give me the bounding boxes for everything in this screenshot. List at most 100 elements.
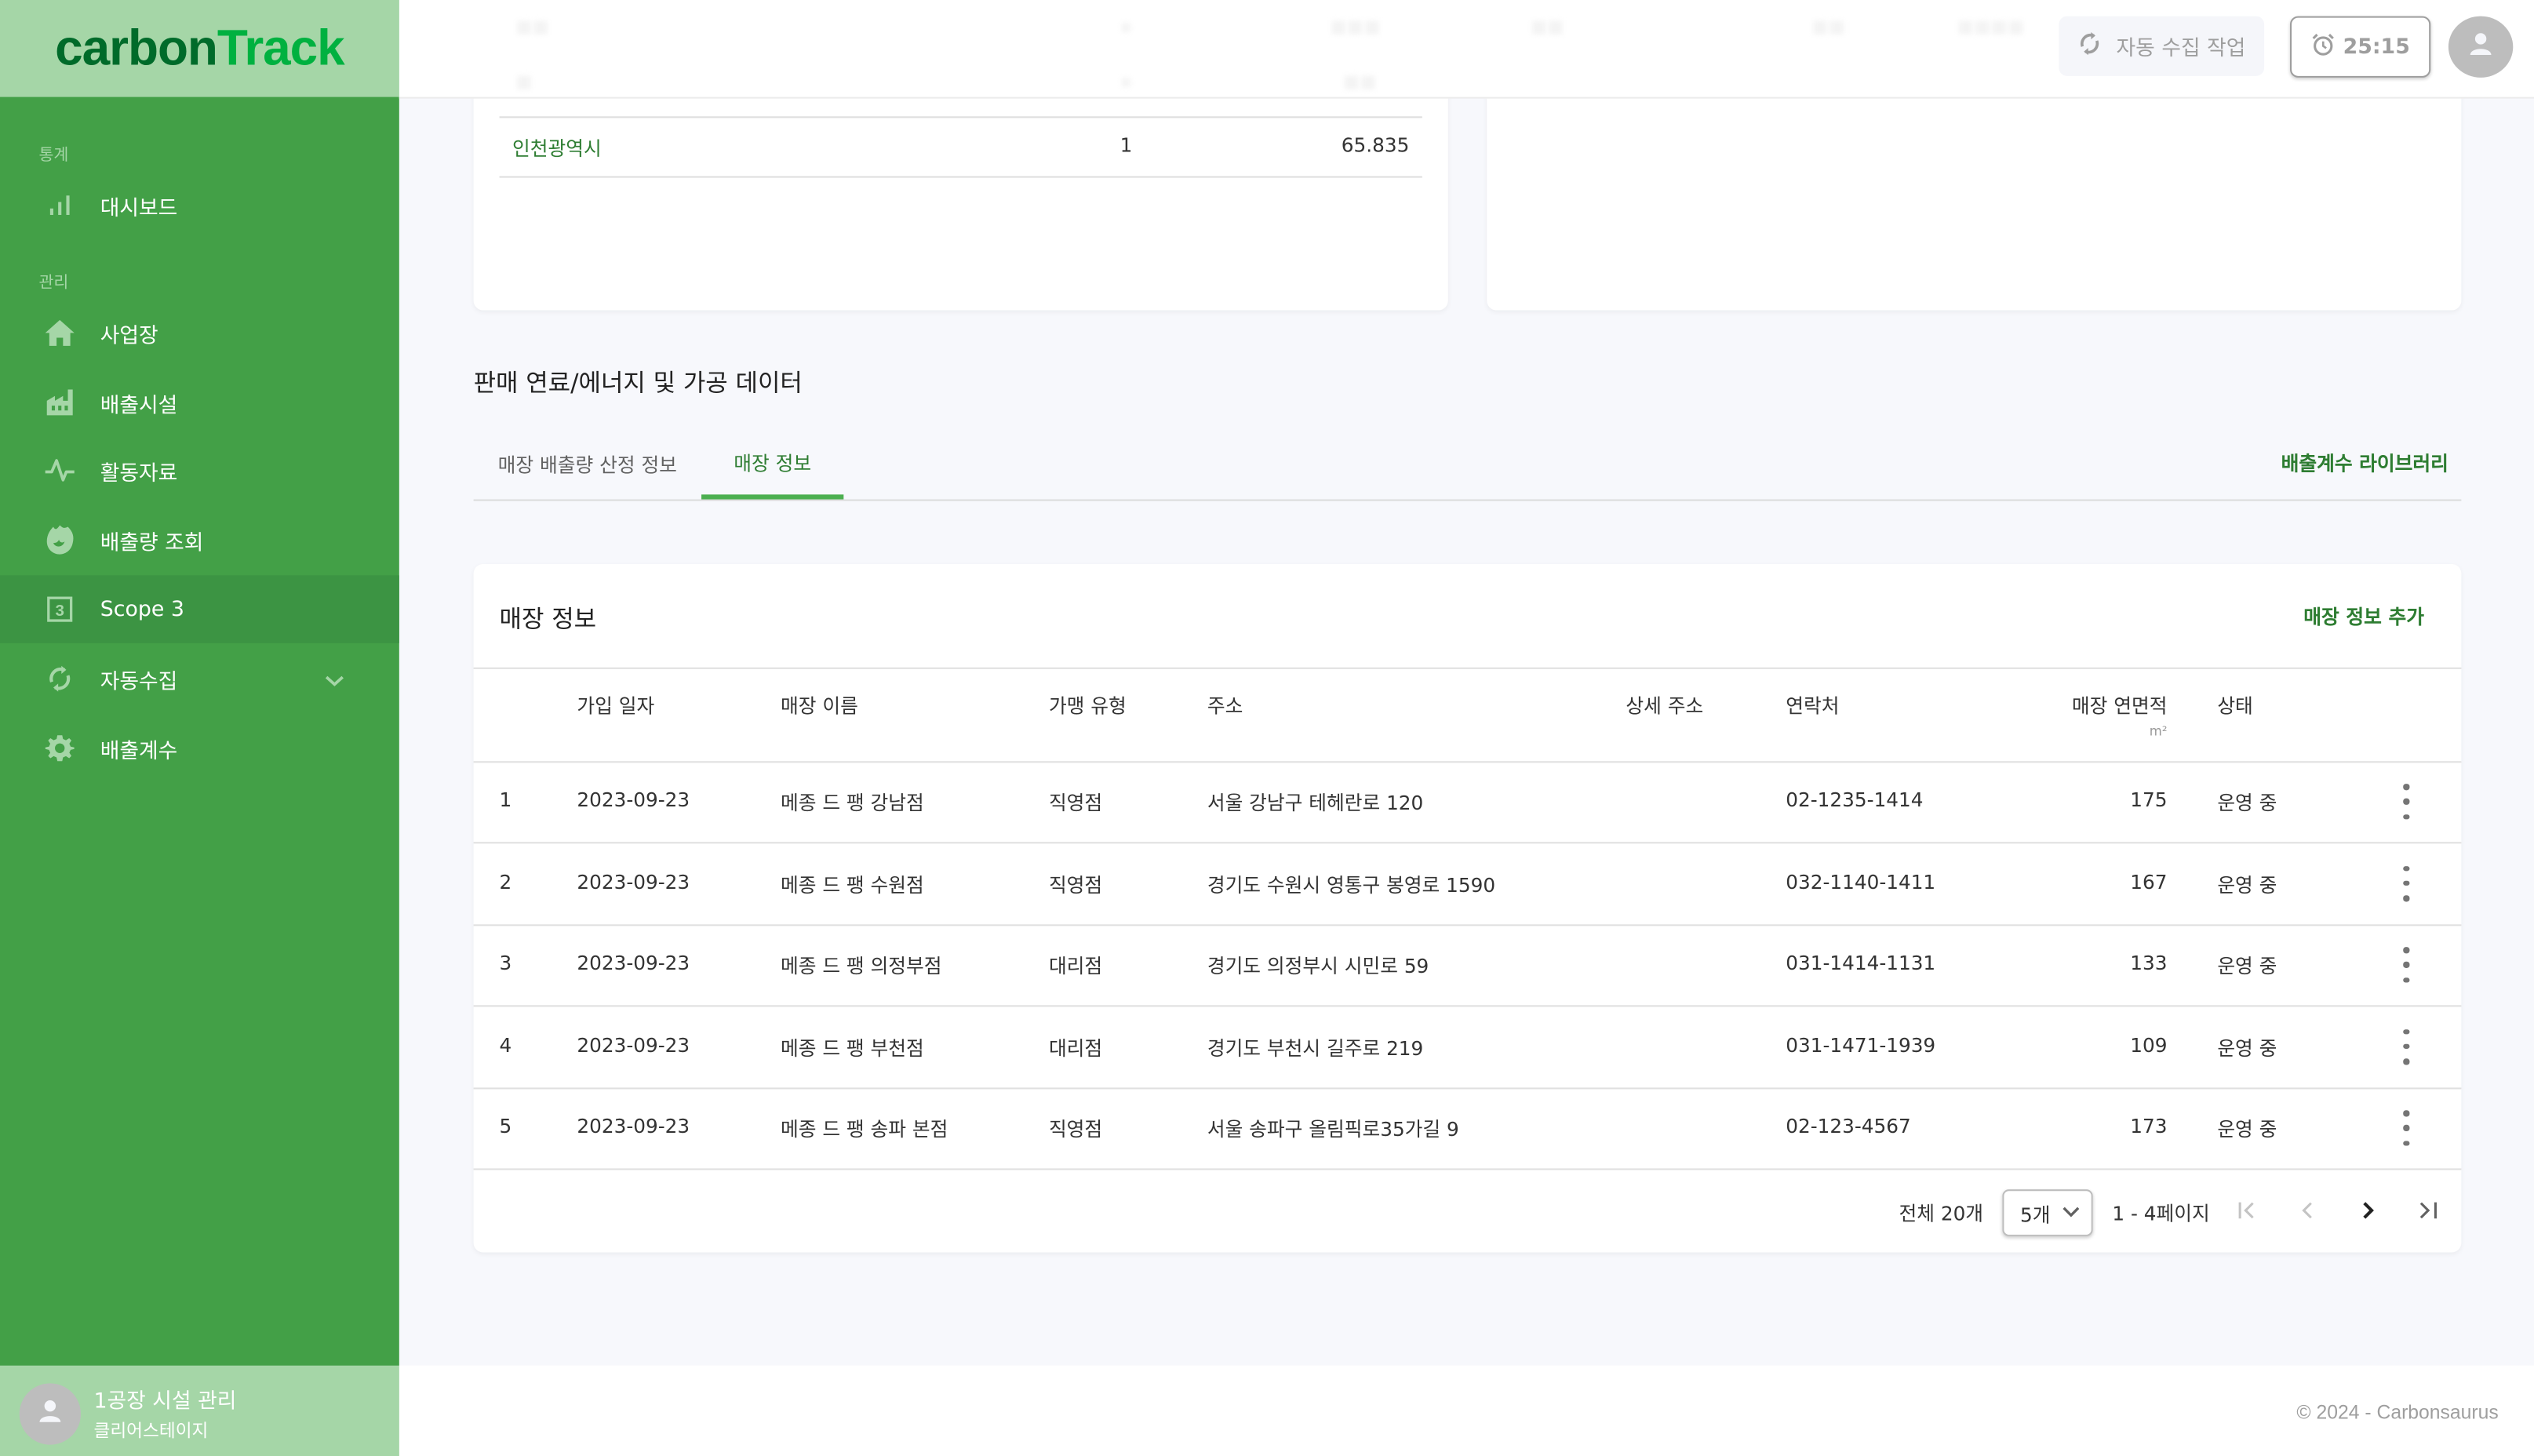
sidebar-item-label: 활동자료: [100, 461, 178, 486]
emission-factor-library-link[interactable]: 배출계수 라이브러리: [2281, 450, 2448, 477]
cell-contact: 02-1235-1414: [1786, 788, 1924, 812]
cell-address: 경기도 의정부시 시민로 59: [1207, 955, 1429, 978]
more-options-icon[interactable]: [2397, 865, 2416, 901]
more-options-icon[interactable]: [2397, 1110, 2416, 1146]
cell-store-name: 메종 드 팽 수원점: [780, 873, 924, 897]
col-address[interactable]: 주소: [1207, 692, 1243, 719]
sidebar-item-emission-factors[interactable]: 배출계수: [0, 715, 399, 783]
cell-join-date: 2023-09-23: [577, 1033, 690, 1057]
ghost-text: ■: [515, 71, 533, 93]
sidebar-item-scope3[interactable]: 3 Scope 3: [0, 575, 399, 643]
cell-join-date: 2023-09-23: [577, 952, 690, 975]
logo-part-track: Track: [217, 19, 345, 76]
add-store-button[interactable]: 매장 정보 추가: [2303, 602, 2424, 630]
ghost-text: ■■■■: [1957, 16, 2025, 38]
table-row[interactable]: 2 2023-09-23 메종 드 팽 수원점 직영점 경기도 수원시 영통구 봉영로 …: [473, 843, 2462, 926]
cell-status: 운영 중: [2217, 1118, 2277, 1141]
cell-address: 경기도 수원시 영통구 봉영로 1590: [1207, 873, 1496, 897]
ghost-text: ▪: [1120, 71, 1132, 93]
cell-contact: 031-1471-1939: [1786, 1033, 1936, 1057]
more-options-icon[interactable]: [2397, 947, 2416, 983]
table-row: 인천광역시 1 65.835: [499, 116, 1422, 178]
col-store-name[interactable]: 매장 이름: [781, 692, 858, 719]
col-status[interactable]: 상태: [2217, 692, 2253, 719]
user-name: 1공장 시설 관리: [93, 1389, 237, 1414]
first-page-button[interactable]: [2232, 1194, 2264, 1226]
last-page-icon: [2419, 1202, 2437, 1219]
col-franchise-type[interactable]: 가맹 유형: [1049, 692, 1127, 719]
table-header: 가입 일자 매장 이름 가맹 유형 주소 상세 주소 연락처 매장 연면적 m²…: [473, 667, 2462, 763]
page-range: 1 - 4페이지: [2112, 1202, 2210, 1225]
user-profile[interactable]: 1공장 시설 관리 클리어스테이지: [0, 1365, 399, 1456]
sidebar-item-facilities[interactable]: 배출시설: [0, 369, 399, 437]
region-count: 1: [1120, 133, 1133, 157]
session-timer-button[interactable]: 25:15: [2290, 16, 2431, 78]
auto-collect-button[interactable]: 자동 수집 작업: [2059, 16, 2265, 76]
ghost-text: ■■: [1530, 16, 1564, 38]
sidebar-item-label: Scope 3: [100, 597, 184, 622]
table-row[interactable]: 5 2023-09-23 메종 드 팽 송파 본점 직영점 서울 송파구 올림픽로35가…: [473, 1087, 2462, 1170]
sync-icon: [44, 663, 76, 695]
sidebar-item-emissions[interactable]: 배출량 조회: [0, 506, 399, 574]
top-bar: ■■ ▪ ■■■ ■■ ■■ ■■■■ ■ ▪ ■■ 자동 수집 작업 25:1…: [399, 0, 2534, 99]
cell-contact: 02-123-4567: [1786, 1115, 1911, 1138]
auto-collect-label: 자동 수집 작업: [2116, 37, 2246, 62]
sidebar-item-activity[interactable]: 활동자료: [0, 436, 399, 504]
cell-no: 5: [499, 1115, 512, 1138]
sidebar-item-label: 배출시설: [100, 393, 178, 418]
sidebar-item-auto-collect[interactable]: 자동수집: [0, 645, 399, 713]
cell-store-name: 메종 드 팽 강남점: [780, 792, 924, 815]
cell-address: 경기도 부천시 길주로 219: [1207, 1036, 1424, 1060]
cell-contact: 031-1414-1131: [1786, 952, 1936, 975]
sidebar-item-label: 사업장: [100, 324, 158, 348]
cell-floor-area: 173: [2130, 1115, 2168, 1138]
cell-no: 3: [499, 952, 512, 975]
col-join-date[interactable]: 가입 일자: [577, 692, 654, 719]
chevron-down-icon[interactable]: [323, 664, 346, 694]
page-size-value: 5개: [2020, 1203, 2051, 1227]
svg-text:3: 3: [55, 602, 64, 620]
more-options-icon[interactable]: [2397, 1028, 2416, 1065]
region-value: 65.835: [1341, 133, 1410, 157]
cell-franchise-type: 직영점: [1048, 1118, 1103, 1141]
more-options-icon[interactable]: [2397, 784, 2416, 820]
col-floor-area[interactable]: 매장 연면적: [2072, 692, 2168, 719]
cell-store-name: 메종 드 팽 송파 본점: [780, 1118, 948, 1141]
first-page-icon: [2238, 1202, 2254, 1219]
last-page-button[interactable]: [2412, 1194, 2444, 1226]
logo[interactable]: carbonTrack: [0, 0, 399, 97]
cell-address: 서울 송파구 올림픽로35가길 9: [1207, 1118, 1459, 1141]
table-row[interactable]: 4 2023-09-23 메종 드 팽 부천점 대리점 경기도 부천시 길주로 219 0…: [473, 1006, 2462, 1089]
ghost-text: ■■■: [1330, 16, 1381, 38]
tab-store-info[interactable]: 매장 정보: [701, 430, 844, 500]
region-name[interactable]: 인천광역시: [512, 134, 602, 162]
sync-icon: [2077, 30, 2103, 62]
area-unit: m²: [2149, 723, 2168, 739]
prev-page-button[interactable]: [2292, 1194, 2324, 1226]
cell-join-date: 2023-09-23: [577, 788, 690, 812]
table-row[interactable]: 1 2023-09-23 메종 드 팽 강남점 직영점 서울 강남구 테헤란로 120 0…: [473, 761, 2462, 844]
footer: © 2024 - Carbonsaurus: [399, 1365, 2534, 1456]
pagination: 전체 20개 5개 1 - 4페이지: [474, 1172, 2462, 1253]
nav-group-stats: 통계: [38, 147, 69, 166]
home-icon: [44, 317, 76, 349]
chevron-left-icon: [2302, 1202, 2312, 1219]
col-detail-address[interactable]: 상세 주소: [1626, 692, 1703, 719]
cell-address: 서울 강남구 테헤란로 120: [1207, 792, 1424, 815]
sidebar-item-sites[interactable]: 사업장: [0, 299, 399, 367]
account-avatar[interactable]: [2448, 16, 2514, 78]
logo-part-carbon: carbon: [55, 19, 218, 76]
scope3-icon: 3: [44, 593, 76, 625]
next-page-button[interactable]: [2351, 1194, 2383, 1226]
table-row[interactable]: 3 2023-09-23 메종 드 팽 의정부점 대리점 경기도 의정부시 시민로 59…: [473, 924, 2462, 1007]
cell-join-date: 2023-09-23: [577, 1115, 690, 1138]
sidebar-item-dashboard[interactable]: 대시보드: [0, 171, 399, 239]
page-size-select[interactable]: 5개: [2002, 1189, 2093, 1236]
cell-franchise-type: 직영점: [1048, 873, 1103, 897]
copyright: © 2024 - Carbonsaurus: [2296, 1401, 2499, 1424]
col-contact[interactable]: 연락처: [1786, 692, 1839, 719]
tab-store-emissions[interactable]: 매장 배출량 산정 정보: [474, 430, 701, 498]
cell-floor-area: 167: [2130, 870, 2168, 894]
alarm-clock-icon: [2310, 31, 2335, 62]
cell-no: 1: [499, 788, 512, 812]
